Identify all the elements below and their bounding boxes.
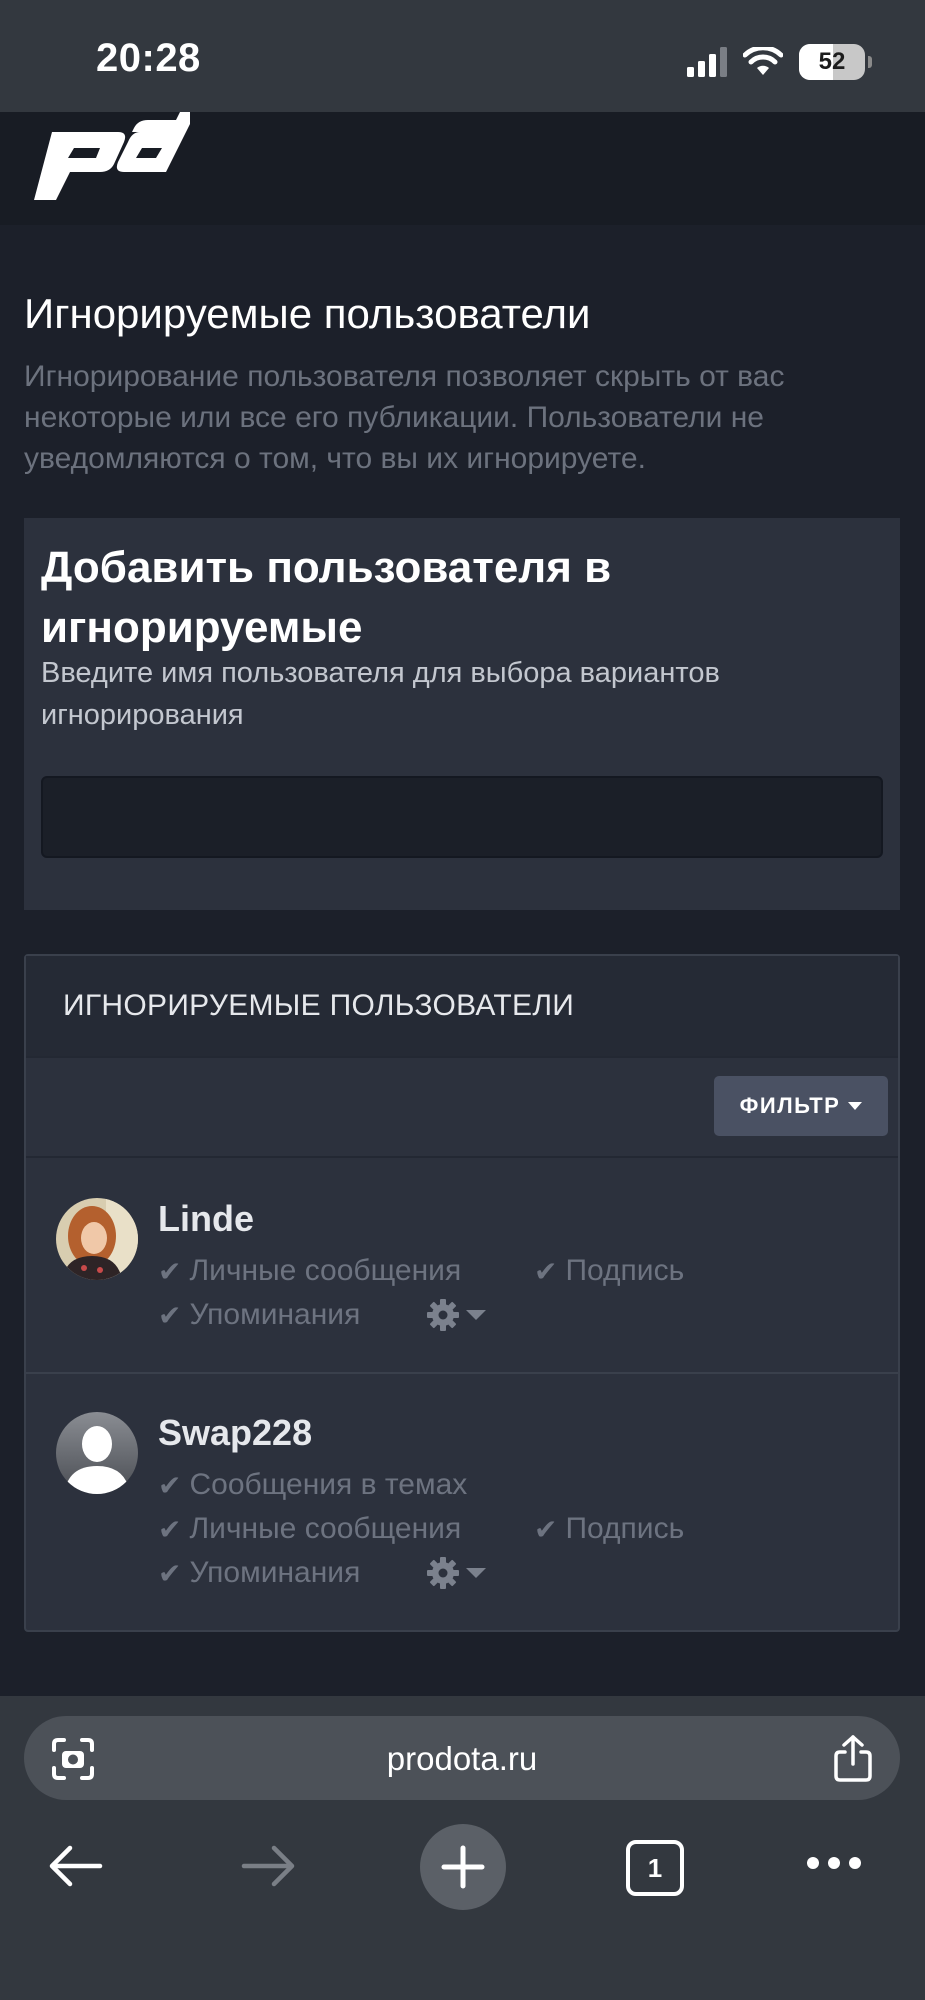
page-description: Игнорирование пользователя позволяет скр… <box>24 360 785 475</box>
tabs-icon[interactable]: 1 <box>626 1840 684 1896</box>
username[interactable]: Swap228 <box>158 1412 312 1454</box>
ignore-option: ✔ Упоминания <box>158 1298 361 1331</box>
check-icon: ✔ <box>158 1557 182 1589</box>
ignore-option: ✔ Подпись <box>534 1254 685 1287</box>
ignore-option: ✔ Упоминания <box>158 1556 361 1589</box>
check-icon: ✔ <box>158 1469 182 1501</box>
username-input[interactable] <box>41 776 883 858</box>
default-avatar-icon <box>56 1412 138 1494</box>
ignore-option: ✔ Личные сообщения <box>158 1512 462 1545</box>
forward-arrow-icon[interactable] <box>240 1844 296 1888</box>
url-text[interactable]: prodota.ru <box>24 1740 900 1778</box>
plus-icon[interactable] <box>420 1824 506 1910</box>
status-time: 20:28 <box>96 36 201 80</box>
filter-row: ФИЛЬТР <box>26 1058 898 1158</box>
tab-count: 1 <box>647 1852 663 1883</box>
ignore-option: ✔ Сообщения в темах <box>158 1468 468 1501</box>
page-title: Игнорируемые пользователи <box>24 290 591 337</box>
chevron-down-icon <box>466 1310 486 1320</box>
filter-label: ФИЛЬТР <box>739 1093 841 1118</box>
username[interactable]: Linde <box>158 1198 254 1240</box>
more-icon[interactable] <box>806 1856 862 1870</box>
site-header <box>0 112 925 225</box>
wifi-icon <box>743 47 783 75</box>
list-item: Swap228 ✔ Сообщения в темах ✔ Личные соо… <box>26 1374 898 1630</box>
check-icon: ✔ <box>158 1513 182 1545</box>
address-bar[interactable]: prodota.ru <box>24 1716 900 1800</box>
back-arrow-icon[interactable] <box>48 1844 104 1888</box>
list-header: ИГНОРИРУЕМЫЕ ПОЛЬЗОВАТЕЛИ <box>26 956 898 1058</box>
check-icon: ✔ <box>534 1255 558 1287</box>
gear-icon <box>427 1557 459 1589</box>
add-ignored-user-block: Добавить пользователя в игнорируемые Вве… <box>24 518 900 910</box>
chevron-down-icon <box>848 1102 863 1110</box>
avatar-photo-icon <box>56 1198 138 1280</box>
avatar[interactable] <box>56 1198 138 1280</box>
filter-button[interactable]: ФИЛЬТР <box>714 1076 888 1136</box>
ignore-option: ✔ Личные сообщения <box>158 1254 462 1287</box>
gear-icon <box>427 1299 459 1331</box>
check-icon: ✔ <box>158 1299 182 1331</box>
check-icon: ✔ <box>534 1513 558 1545</box>
status-icons: 52 <box>687 42 872 82</box>
options-menu-button[interactable] <box>426 1556 486 1590</box>
logo[interactable] <box>30 112 190 202</box>
add-section-title: Добавить пользователя в игнорируемые <box>41 543 612 652</box>
battery-level: 52 <box>818 48 846 75</box>
ignored-users-list: ИГНОРИРУЕМЫЕ ПОЛЬЗОВАТЕЛИ ФИЛЬТР Linde ✔… <box>24 954 900 1632</box>
options-menu-button[interactable] <box>426 1298 486 1332</box>
list-item: Linde ✔ Личные сообщения ✔ Подпись ✔ Упо… <box>26 1158 898 1374</box>
battery-icon: 52 <box>799 44 872 80</box>
avatar[interactable] <box>56 1412 138 1494</box>
status-bar: 20:28 52 <box>0 0 925 112</box>
signal-icon <box>687 47 727 77</box>
chevron-down-icon <box>466 1568 486 1578</box>
browser-toolbar: prodota.ru 1 <box>0 1696 925 2000</box>
share-icon[interactable] <box>832 1734 874 1782</box>
add-section-hint: Введите имя пользователя для выбора вари… <box>41 657 720 731</box>
check-icon: ✔ <box>158 1255 182 1287</box>
ignore-option: ✔ Подпись <box>534 1512 685 1545</box>
